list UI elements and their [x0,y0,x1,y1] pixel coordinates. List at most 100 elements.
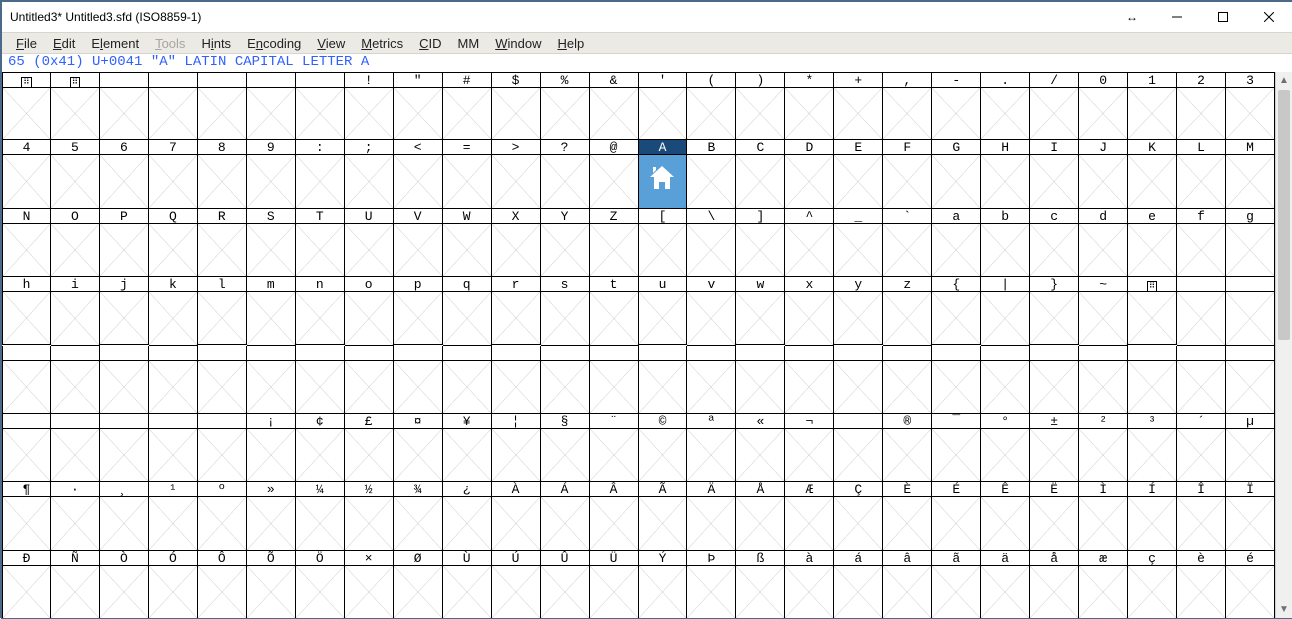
glyph-cell[interactable] [51,346,100,414]
glyph-cell[interactable] [394,346,443,414]
glyph-cell[interactable]: Û [541,551,590,618]
glyph-cell[interactable]: p [394,277,443,345]
glyph-cell[interactable] [1030,346,1079,414]
glyph-cell[interactable]: ⠿ [1128,277,1177,345]
glyph-cell[interactable]: Ý [639,551,688,618]
glyph-cell[interactable]: ¡ [247,414,296,482]
glyph-cell[interactable]: « [736,414,785,482]
glyph-cell[interactable]: â [883,551,932,618]
glyph-cell[interactable]: ¹ [149,482,198,550]
glyph-cell[interactable] [1177,277,1226,345]
glyph-cell[interactable]: q [443,277,492,345]
glyph-cell[interactable]: ' [639,72,688,140]
glyph-cell[interactable]: _ [834,209,883,277]
glyph-cell[interactable]: µ [1226,414,1275,482]
glyph-cell[interactable]: ¤ [394,414,443,482]
glyph-cell[interactable]: ] [736,209,785,277]
glyph-cell[interactable]: Ú [492,551,541,618]
glyph-cell[interactable]: K [1128,140,1177,208]
glyph-cell[interactable]: ³ [1128,414,1177,482]
glyph-cell[interactable] [198,72,247,140]
glyph-cell[interactable]: . [981,72,1030,140]
glyph-cell[interactable]: * [785,72,834,140]
glyph-cell[interactable] [1079,346,1128,414]
glyph-cell[interactable]: È [883,482,932,550]
glyph-cell[interactable]: Ë [1030,482,1079,550]
glyph-cell[interactable] [247,72,296,140]
glyph-cell[interactable]: Î [1177,482,1226,550]
glyph-cell[interactable]: ¯ [932,414,981,482]
glyph-cell[interactable] [1128,346,1177,414]
glyph-cell[interactable] [51,414,100,482]
glyph-cell[interactable] [198,414,247,482]
glyph-cell[interactable]: F [883,140,932,208]
glyph-cell[interactable]: ; [345,140,394,208]
glyph-cell[interactable]: | [981,277,1030,345]
glyph-cell[interactable]: L [1177,140,1226,208]
glyph-cell[interactable]: c [1030,209,1079,277]
glyph-cell[interactable]: r [492,277,541,345]
glyph-cell[interactable]: © [639,414,688,482]
glyph-cell[interactable]: Ñ [51,551,100,618]
glyph-cell[interactable]: G [932,140,981,208]
glyph-cell[interactable]: ¦ [492,414,541,482]
glyph-cell[interactable]: + [834,72,883,140]
glyph-cell[interactable]: z [883,277,932,345]
minimize-button[interactable] [1154,2,1200,32]
glyph-cell[interactable]: Ø [394,551,443,618]
glyph-cell[interactable]: C [736,140,785,208]
glyph-cell[interactable]: 7 [149,140,198,208]
glyph-cell[interactable] [100,346,149,414]
glyph-cell[interactable]: m [247,277,296,345]
glyph-cell[interactable]: ⠿ [51,72,100,140]
glyph-cell[interactable]: Ì [1079,482,1128,550]
glyph-cell[interactable]: E [834,140,883,208]
glyph-cell[interactable]: º [198,482,247,550]
glyph-cell[interactable] [345,346,394,414]
glyph-cell[interactable]: Á [541,482,590,550]
glyph-cell[interactable] [785,346,834,414]
glyph-cell[interactable]: Ó [149,551,198,618]
glyph-cell[interactable]: § [541,414,590,482]
glyph-cell[interactable]: ª [687,414,736,482]
glyph-cell[interactable]: \ [687,209,736,277]
glyph-cell[interactable]: ! [345,72,394,140]
vertical-scrollbar[interactable]: ▲ ▼ [1275,72,1292,618]
menu-hints[interactable]: Hints [193,35,239,52]
glyph-cell[interactable]: ® [883,414,932,482]
glyph-cell[interactable]: 3 [1226,72,1275,140]
glyph-cell[interactable]: 6 [100,140,149,208]
menu-mm[interactable]: MM [450,35,488,52]
menu-help[interactable]: Help [549,35,592,52]
glyph-cell[interactable]: ¥ [443,414,492,482]
glyph-cell[interactable]: u [639,277,688,345]
glyph-cell[interactable]: è [1177,551,1226,618]
glyph-cell[interactable]: ¾ [394,482,443,550]
glyph-cell[interactable] [100,72,149,140]
menu-tools[interactable]: Tools [147,35,193,52]
glyph-cell[interactable]: k [149,277,198,345]
glyph-cell[interactable] [1226,277,1275,345]
glyph-cell[interactable] [492,346,541,414]
glyph-cell[interactable]: R [198,209,247,277]
glyph-cell[interactable] [443,346,492,414]
glyph-cell[interactable]: ¸ [100,482,149,550]
glyph-cell[interactable]: ¼ [296,482,345,550]
glyph-cell[interactable]: » [247,482,296,550]
glyph-cell[interactable]: b [981,209,1030,277]
glyph-cell[interactable]: T [296,209,345,277]
glyph-cell[interactable]: A [639,140,688,208]
glyph-cell[interactable]: % [541,72,590,140]
glyph-cell[interactable]: ½ [345,482,394,550]
glyph-cell[interactable]: ¿ [443,482,492,550]
glyph-cell[interactable]: À [492,482,541,550]
glyph-cell[interactable]: Ð [2,551,51,618]
glyph-cell[interactable] [834,346,883,414]
glyph-cell[interactable]: e [1128,209,1177,277]
glyph-cell[interactable]: É [932,482,981,550]
glyph-cell[interactable]: , [883,72,932,140]
glyph-cell[interactable]: @ [590,140,639,208]
glyph-cell[interactable]: X [492,209,541,277]
glyph-cell[interactable]: I [1030,140,1079,208]
glyph-cell[interactable]: á [834,551,883,618]
